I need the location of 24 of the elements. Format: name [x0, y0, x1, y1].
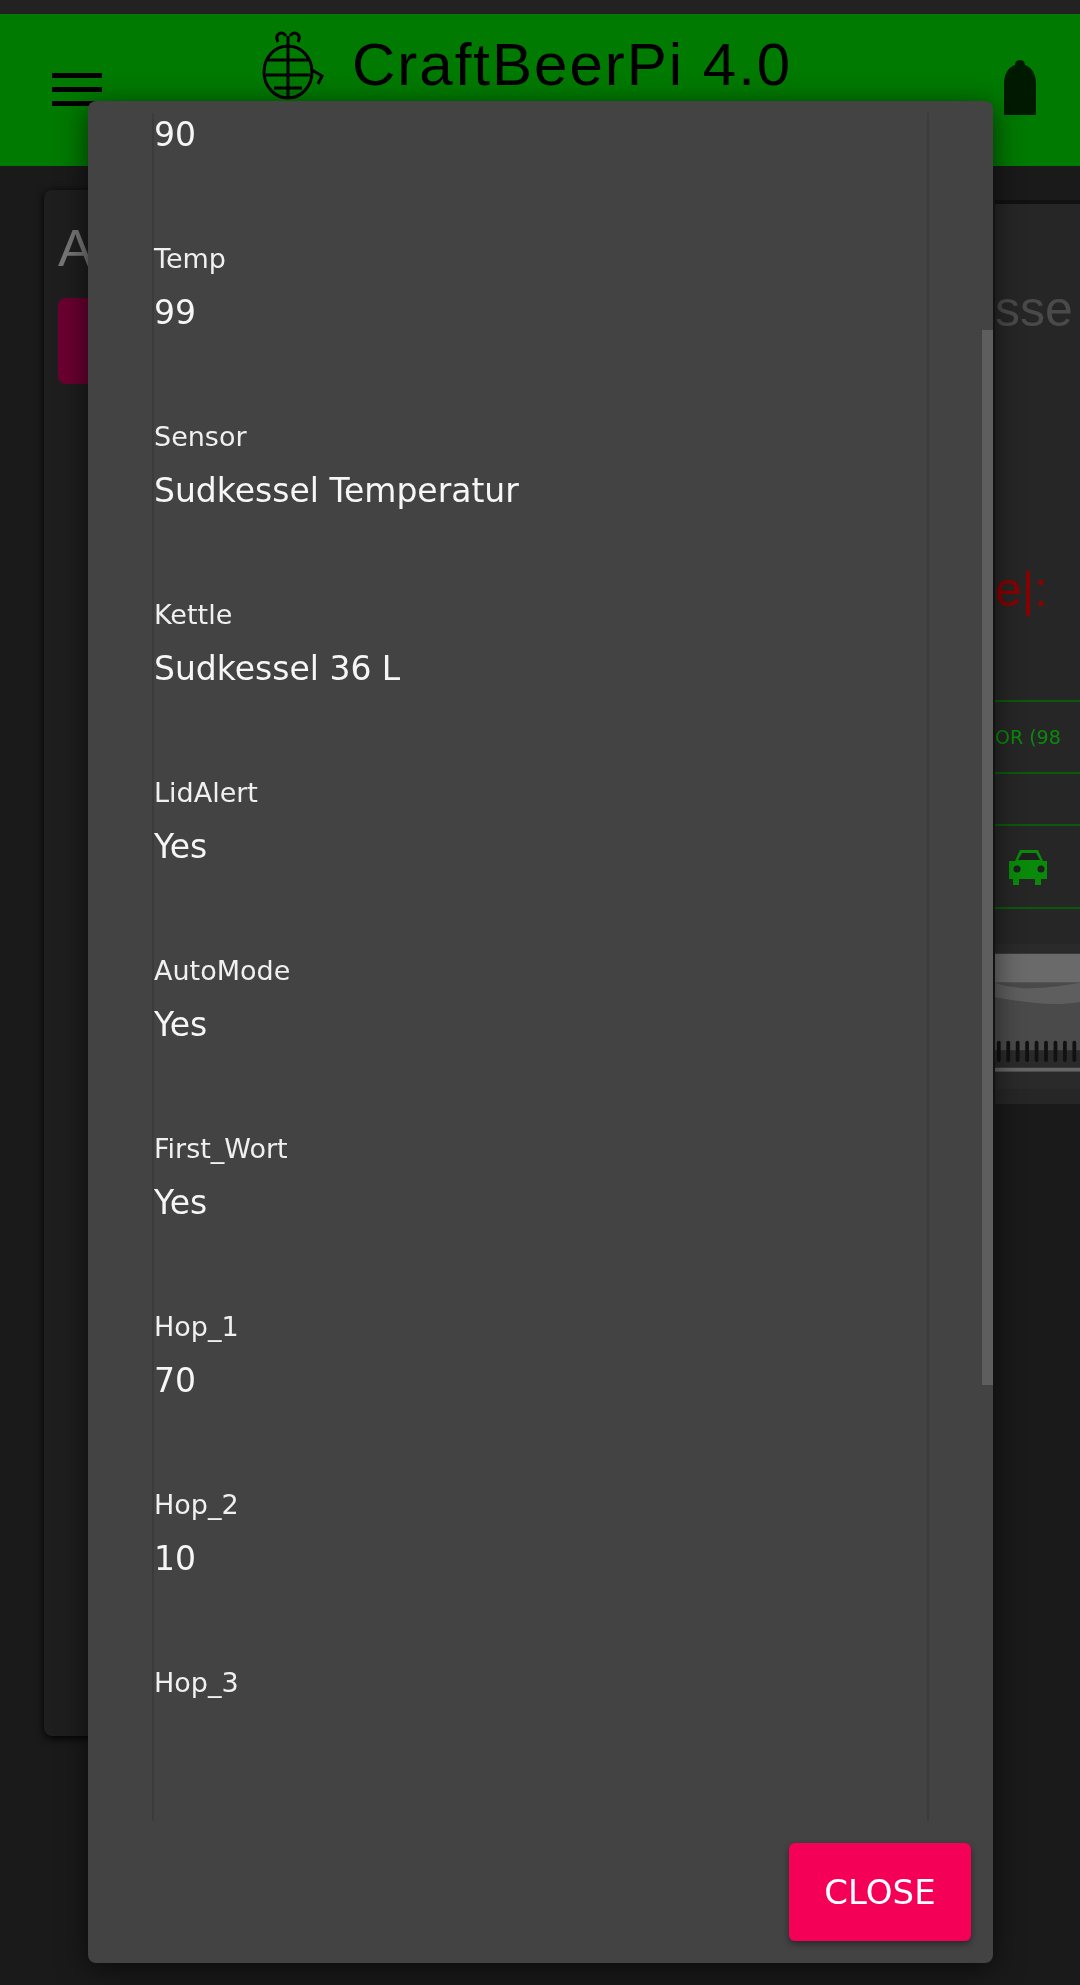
field-value: 99 — [154, 292, 197, 334]
close-button[interactable]: CLOSE — [789, 1843, 971, 1941]
field-label: Hop_2 — [154, 1488, 240, 1522]
field-value: Sudkessel Temperatur — [154, 470, 520, 512]
field-label: LidAlert — [154, 776, 259, 810]
field-label: AutoMode — [154, 954, 292, 988]
field-value: 70 — [154, 1360, 197, 1402]
field-label: First_Wort — [154, 1132, 289, 1166]
field-label: Hop_1 — [154, 1310, 240, 1344]
sensor-text: OR (98 — [995, 726, 1061, 748]
field-value: Yes — [154, 1182, 209, 1224]
field-value: Sudkessel 36 L — [154, 648, 402, 690]
field-value: Yes — [154, 826, 209, 868]
field-label: Hop_3 — [154, 1666, 240, 1700]
field-value: 90 — [154, 114, 197, 156]
field-value: 10 — [154, 1538, 197, 1580]
app-title: CraftBeerPi 4.0 — [352, 32, 793, 98]
field-value: Yes — [154, 1004, 209, 1046]
field-label: Sensor — [154, 420, 248, 454]
field-label: Temp — [154, 242, 227, 276]
status-text: e|: — [995, 562, 1048, 618]
scrollbar[interactable] — [982, 330, 993, 1385]
field-label: Kettle — [154, 598, 234, 632]
menu-icon[interactable] — [52, 73, 102, 107]
